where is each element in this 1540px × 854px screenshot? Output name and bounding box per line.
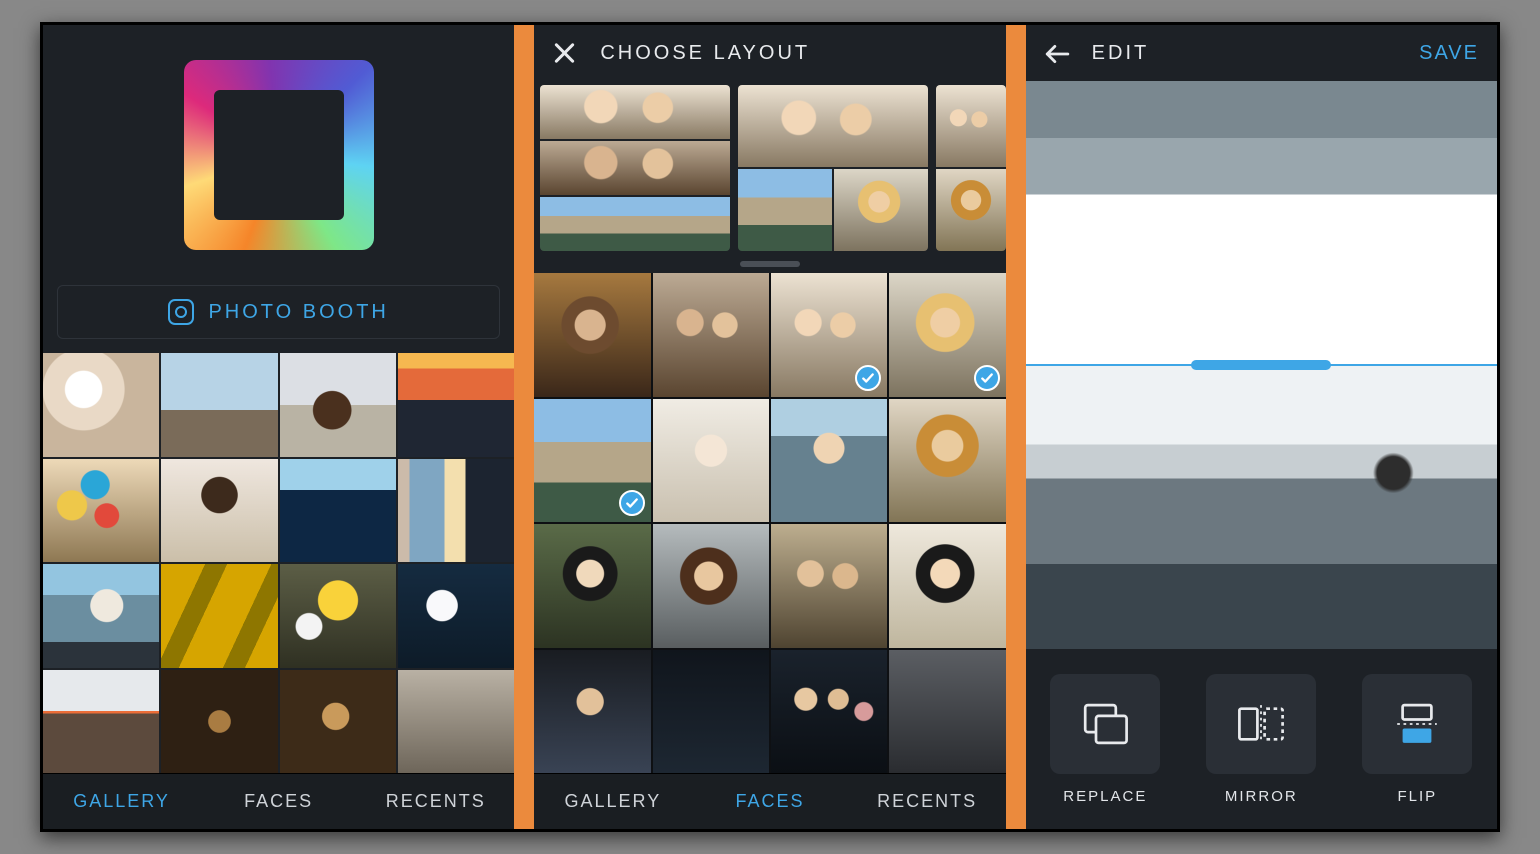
tool-label: REPLACE	[1063, 788, 1147, 805]
tab-gallery[interactable]: GALLERY	[534, 774, 691, 829]
selected-check-icon	[619, 490, 645, 516]
page-title: CHOOSE LAYOUT	[600, 42, 810, 65]
gallery-grid	[43, 353, 514, 773]
app-logo-area	[43, 25, 514, 285]
face-thumbnail[interactable]	[771, 273, 887, 397]
collage-pane-bottom[interactable]	[1026, 365, 1497, 649]
app-frame: PHOTO BOOTH GALLERY FACES RECENTS	[40, 22, 1500, 832]
layout-option[interactable]	[540, 85, 730, 251]
mirror-icon	[1234, 701, 1288, 747]
back-arrow-icon[interactable]	[1044, 41, 1068, 65]
replace-icon	[1078, 701, 1132, 747]
face-thumbnail[interactable]	[534, 273, 650, 397]
mirror-button[interactable]: MIRROR	[1198, 674, 1324, 805]
tab-faces[interactable]: FACES	[691, 774, 848, 829]
face-thumbnail[interactable]	[771, 524, 887, 648]
face-thumbnail[interactable]	[889, 524, 1005, 648]
gallery-thumbnail[interactable]	[161, 353, 277, 457]
selected-check-icon	[974, 365, 1000, 391]
face-thumbnail[interactable]	[653, 399, 769, 523]
flip-icon	[1390, 701, 1444, 747]
face-thumbnail[interactable]	[653, 273, 769, 397]
layout-option[interactable]	[936, 85, 1005, 251]
face-thumbnail[interactable]	[653, 524, 769, 648]
close-icon[interactable]	[552, 41, 576, 65]
editor: REPLACE MIRROR	[1026, 81, 1497, 829]
tab-recents[interactable]: RECENTS	[357, 774, 514, 829]
screen-separator	[514, 25, 534, 829]
selected-check-icon	[855, 365, 881, 391]
screen-gallery: PHOTO BOOTH GALLERY FACES RECENTS	[43, 25, 514, 829]
gallery-thumbnail[interactable]	[280, 353, 396, 457]
gallery-thumbnail[interactable]	[398, 459, 514, 563]
tab-gallery[interactable]: GALLERY	[43, 774, 200, 829]
face-thumbnail[interactable]	[771, 399, 887, 523]
gallery-thumbnail[interactable]	[43, 564, 159, 668]
screen-separator	[1006, 25, 1026, 829]
gallery-thumbnail[interactable]	[161, 670, 277, 774]
faces-grid	[534, 273, 1005, 773]
flip-button[interactable]: FLIP	[1354, 674, 1480, 805]
collage-canvas[interactable]	[1026, 81, 1497, 649]
header: EDIT SAVE	[1026, 25, 1497, 81]
face-thumbnail[interactable]	[653, 650, 769, 774]
face-thumbnail[interactable]	[534, 399, 650, 523]
face-thumbnail[interactable]	[889, 650, 1005, 774]
replace-button[interactable]: REPLACE	[1042, 674, 1168, 805]
gallery-thumbnail[interactable]	[280, 459, 396, 563]
face-thumbnail[interactable]	[534, 524, 650, 648]
gallery-thumbnail[interactable]	[280, 564, 396, 668]
save-button[interactable]: SAVE	[1419, 42, 1479, 65]
gallery-thumbnail[interactable]	[43, 670, 159, 774]
gallery-thumbnail[interactable]	[398, 564, 514, 668]
header: CHOOSE LAYOUT	[534, 25, 1005, 81]
collage-pane-top[interactable]	[1026, 81, 1497, 365]
tool-label: MIRROR	[1225, 788, 1298, 805]
gallery-thumbnail[interactable]	[161, 564, 277, 668]
drag-handle-icon[interactable]	[740, 261, 800, 267]
face-thumbnail[interactable]	[889, 273, 1005, 397]
tab-faces[interactable]: FACES	[200, 774, 357, 829]
screen-choose-layout: CHOOSE LAYOUT	[534, 25, 1005, 829]
gallery-thumbnail[interactable]	[43, 459, 159, 563]
gallery-thumbnail[interactable]	[280, 670, 396, 774]
face-thumbnail[interactable]	[889, 399, 1005, 523]
layout-options-row[interactable]	[534, 81, 1005, 261]
layout-app-logo-icon	[184, 60, 374, 250]
page-title: EDIT	[1092, 42, 1150, 65]
screen-edit: EDIT SAVE	[1026, 25, 1497, 829]
pane-divider-handle[interactable]	[1026, 364, 1497, 366]
gallery-thumbnail[interactable]	[398, 353, 514, 457]
layout-option[interactable]	[738, 85, 928, 251]
gallery-thumbnail[interactable]	[398, 670, 514, 774]
face-thumbnail[interactable]	[534, 650, 650, 774]
face-thumbnail[interactable]	[771, 650, 887, 774]
bottom-tab-bar: GALLERY FACES RECENTS	[43, 773, 514, 829]
gallery-thumbnail[interactable]	[161, 459, 277, 563]
camera-icon	[168, 299, 194, 325]
gallery-thumbnail[interactable]	[43, 353, 159, 457]
photo-booth-button[interactable]: PHOTO BOOTH	[57, 285, 500, 339]
edit-tool-bar: REPLACE MIRROR	[1026, 649, 1497, 829]
photo-booth-label: PHOTO BOOTH	[208, 301, 388, 324]
tool-label: FLIP	[1397, 788, 1437, 805]
tab-recents[interactable]: RECENTS	[849, 774, 1006, 829]
bottom-tab-bar: GALLERY FACES RECENTS	[534, 773, 1005, 829]
